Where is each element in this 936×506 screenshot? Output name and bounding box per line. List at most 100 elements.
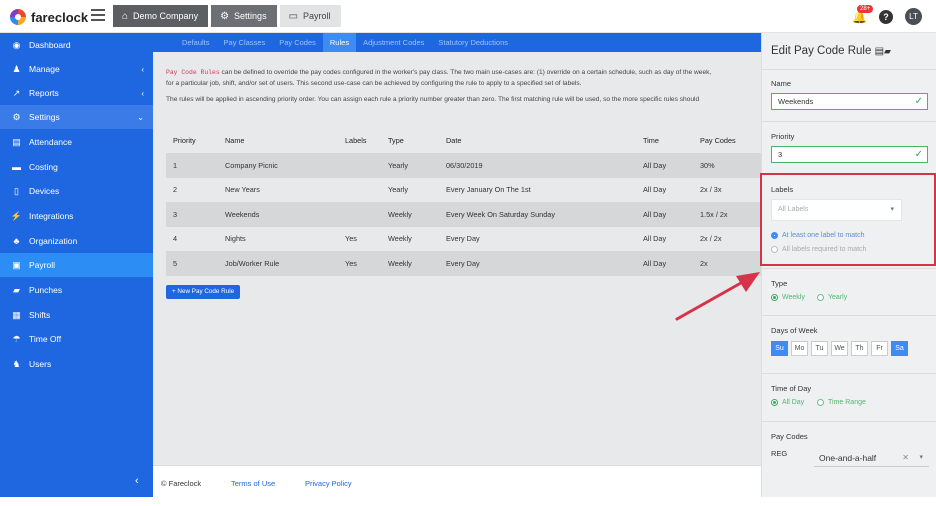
sidebar-item-organization[interactable]: ♣ Organization <box>0 229 153 253</box>
time-of-day-label: Time of Day <box>771 384 812 393</box>
cell-time: All Day <box>643 234 667 244</box>
intro-text: Pay Code Rules can be defined to overrid… <box>166 68 766 112</box>
sidebar-item-punches[interactable]: ▰ Punches <box>0 278 153 302</box>
labels-highlight-box <box>760 173 936 266</box>
panel-title: Edit Pay Code Rule ▤▰ <box>771 45 891 57</box>
day-toggle-th[interactable]: Th <box>851 341 868 356</box>
tab-pay-codes[interactable]: Pay Codes <box>272 33 323 52</box>
table-row[interactable]: 1 Company Picnic Yearly 06/30/2019 All Day 30… <box>166 153 766 178</box>
cell-type: Weekly <box>388 234 412 244</box>
table-row[interactable]: 3 Weekends Weekly Every Week On Saturday Su… <box>166 202 766 227</box>
all-day-radio[interactable]: All Day <box>771 399 804 406</box>
cell-type: Weekly <box>388 258 412 268</box>
header-name: Name <box>225 136 245 145</box>
sidebar-item-settings[interactable]: ⚙ Settings ⌄ <box>0 105 153 129</box>
tab-defaults[interactable]: Defaults <box>175 33 217 52</box>
sidebar-item-reports[interactable]: ↗ Reports ‹ <box>0 81 153 105</box>
collapse-sidebar-icon[interactable]: ‹ <box>135 475 139 487</box>
table-header: Priority Name Labels Type Date Time Pay … <box>166 131 766 150</box>
reg-pay-code-select[interactable]: One-and-a-half ✕ ▾ <box>814 449 929 467</box>
priority-input[interactable]: 3 ✓ <box>771 146 928 163</box>
intro-code: Pay Code Rules <box>166 69 220 76</box>
notification-badge: 28+ <box>857 4 874 13</box>
logo[interactable]: fareclock <box>10 9 88 25</box>
header-type: Type <box>388 136 404 145</box>
cell-pay-codes: 2x / 3x <box>700 185 722 195</box>
cell-labels: Yes <box>345 234 357 244</box>
tab-statutory-deductions[interactable]: Statutory Deductions <box>431 33 515 52</box>
sidebar: ◉ Dashboard ♟ Manage ‹ ↗ Reports ‹ ⚙ Settings ⌄… <box>0 33 153 497</box>
hamburger-menu-icon[interactable] <box>91 9 105 21</box>
tab-pay-classes[interactable]: Pay Classes <box>217 33 273 52</box>
cell-priority: 4 <box>173 234 178 244</box>
app-frame: fareclock ⌂ Demo Company ⚙ Settings ▭ Payro… <box>0 0 936 497</box>
tab-adjustment-codes[interactable]: Adjustment Codes <box>356 33 431 52</box>
radio-selected-icon <box>771 399 778 406</box>
sidebar-item-costing[interactable]: ▬ Costing <box>0 155 153 179</box>
cell-time: All Day <box>643 258 667 268</box>
cell-pay-codes: 1.5x / 2x <box>700 209 728 219</box>
sidebar-item-manage[interactable]: ♟ Manage ‹ <box>0 57 153 81</box>
cell-name: Job/Worker Rule <box>225 258 280 268</box>
day-toggle-sa[interactable]: Sa <box>891 341 908 356</box>
cell-priority: 2 <box>173 185 178 195</box>
reg-label: REG <box>771 449 788 458</box>
calendar-icon: ▦ <box>12 309 21 320</box>
tab-rules[interactable]: Rules <box>322 33 357 52</box>
table-row[interactable]: 2 New Years Yearly Every January On The 1st… <box>166 178 766 203</box>
sidebar-item-shifts[interactable]: ▦ Shifts <box>0 303 153 327</box>
sidebar-item-integrations[interactable]: ⚡ Integrations <box>0 204 153 228</box>
sidebar-item-time-off[interactable]: ☂ Time Off <box>0 327 153 351</box>
top-bar: fareclock ⌂ Demo Company ⚙ Settings ▭ Payro… <box>0 0 936 33</box>
breadcrumb-payroll[interactable]: ▭ Payroll <box>279 5 341 27</box>
checkmark-icon: ✓ <box>914 149 923 160</box>
sidebar-item-devices[interactable]: ▯ Devices <box>0 179 153 203</box>
help-icon[interactable]: ? <box>879 9 893 24</box>
days-of-week-label: Days of Week <box>771 326 818 335</box>
cell-type: Weekly <box>388 209 412 219</box>
notification-bell-icon[interactable]: 🔔 28+ <box>852 4 874 24</box>
cell-date: Every Day <box>446 258 480 268</box>
copyright: © Fareclock <box>161 479 202 488</box>
home-icon: ⌂ <box>122 10 129 22</box>
radio-empty-icon <box>817 399 824 406</box>
sidebar-item-payroll[interactable]: ▣ Payroll <box>0 253 153 277</box>
pay-codes-label: Pay Codes <box>771 432 808 441</box>
dashboard-icon: ◉ <box>12 39 21 50</box>
day-toggle-mo[interactable]: Mo <box>791 341 808 356</box>
chevron-down-icon: ⌄ <box>137 112 144 122</box>
new-pay-code-rule-button[interactable]: + New Pay Code Rule <box>166 285 241 299</box>
day-toggle-tu[interactable]: Tu <box>811 341 828 356</box>
table-body: 1 Company Picnic Yearly 06/30/2019 All Day 30… <box>166 153 766 276</box>
time-range-radio[interactable]: Time Range <box>817 399 866 406</box>
cell-type: Yearly <box>388 185 409 195</box>
cell-time: All Day <box>643 160 667 170</box>
money-icon: ▭ <box>288 10 299 22</box>
type-weekly-radio[interactable]: Weekly <box>771 294 805 301</box>
device-icon: ▯ <box>14 185 19 196</box>
breadcrumb-company[interactable]: ⌂ Demo Company <box>113 5 209 27</box>
rules-table: Priority Name Labels Type Date Time Pay … <box>166 131 766 276</box>
type-yearly-radio[interactable]: Yearly <box>817 294 847 301</box>
day-toggle-fr[interactable]: Fr <box>871 341 888 356</box>
car-icon: ▰ <box>13 284 20 295</box>
table-row[interactable]: 5 Job/Worker Rule Yes Weekly Every Day All Da… <box>166 251 766 276</box>
header-pay-codes: Pay Codes <box>700 136 736 145</box>
clear-icon[interactable]: ✕ <box>902 449 909 467</box>
cell-date: 06/30/2019 <box>446 160 483 170</box>
terms-link[interactable]: Terms of Use <box>231 479 275 488</box>
sidebar-item-dashboard[interactable]: ◉ Dashboard <box>0 33 153 57</box>
sidebar-item-users[interactable]: ♞ Users <box>0 352 153 376</box>
day-toggle-we[interactable]: We <box>831 341 848 356</box>
breadcrumb-settings[interactable]: ⚙ Settings <box>211 5 277 27</box>
cell-priority: 1 <box>173 160 178 170</box>
table-row[interactable]: 4 Nights Yes Weekly Every Day All Day 2x / 2x <box>166 227 766 252</box>
cell-pay-codes: 30% <box>700 160 715 170</box>
day-toggle-su[interactable]: Su <box>771 341 788 356</box>
cell-priority: 5 <box>173 258 178 268</box>
sidebar-item-attendance[interactable]: ▤ Attendance <box>0 130 153 154</box>
name-input[interactable]: Weekends ✓ <box>771 93 928 110</box>
avatar[interactable]: LT <box>905 8 922 25</box>
priority-label: Priority <box>771 132 795 141</box>
privacy-link[interactable]: Privacy Policy <box>305 479 352 488</box>
